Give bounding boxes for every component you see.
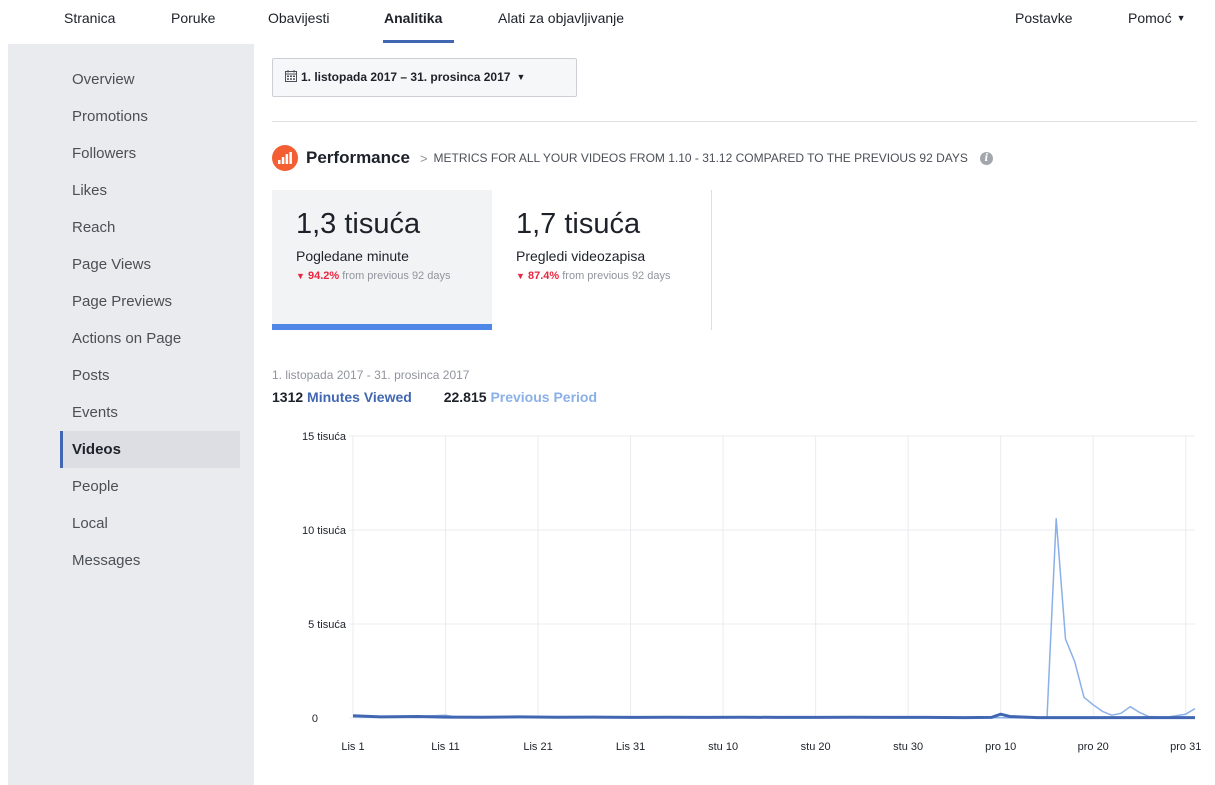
sidebar-item-posts[interactable]: Posts — [60, 357, 240, 394]
main-content: 1. listopada 2017 – 31. prosinca 2017 ▼ P… — [254, 44, 1215, 785]
change-text: from previous 92 days — [562, 270, 671, 282]
sidebar-item-likes[interactable]: Likes — [60, 172, 240, 209]
change-percent: 87.4% — [527, 270, 560, 282]
metric-label: Pogledane minute — [296, 248, 409, 264]
nav-tab-stranica[interactable]: Stranica — [64, 10, 115, 26]
sidebar-item-overview[interactable]: Overview — [60, 61, 240, 98]
sidebar-item-page-views[interactable]: Page Views — [60, 246, 240, 283]
metric-value: 1,7 tisuća — [516, 208, 641, 240]
down-arrow-icon: ▼ — [296, 271, 305, 281]
change-percent: 94.2% — [307, 270, 340, 282]
top-nav: Stranica Poruke Obavijesti Analitika Ala… — [0, 0, 1215, 44]
info-icon[interactable]: i — [979, 151, 993, 165]
active-tab-indicator — [383, 40, 454, 43]
line-chart: 0 5 tisuća 10 tisuća 15 tisuća Lis 1 Lis 11 Li… — [302, 431, 1201, 753]
help-label: Pomoć — [1128, 10, 1172, 26]
chart-legend: 1312 Minutes Viewed 22.815 Previous Peri… — [272, 389, 597, 405]
sidebar-item-local[interactable]: Local — [60, 505, 240, 542]
y-tick-label: 0 — [312, 713, 318, 725]
performance-description: METRICS FOR ALL YOUR VIDEOS FROM 1.10 - … — [433, 151, 968, 165]
calendar-icon — [285, 59, 297, 96]
x-tick-label: Lis 31 — [616, 741, 645, 753]
section-divider — [272, 121, 1197, 122]
y-tick-label: 10 tisuća — [302, 525, 347, 537]
metric-card-minutes-viewed[interactable]: 1,3 tisuća Pogledane minute ▼ 94.2% from… — [272, 190, 492, 330]
sidebar-item-events[interactable]: Events — [60, 394, 240, 431]
nav-help[interactable]: Pomoć ▼ — [1128, 10, 1186, 26]
nav-tab-obavijesti[interactable]: Obavijesti — [268, 10, 329, 26]
sidebar-item-reach[interactable]: Reach — [60, 209, 240, 246]
x-tick-label: pro 20 — [1078, 741, 1109, 753]
series-line-minutes-viewed — [352, 712, 1195, 720]
x-tick-label: stu 10 — [708, 741, 738, 753]
x-tick-label: pro 10 — [985, 741, 1016, 753]
sidebar-item-messages[interactable]: Messages — [60, 542, 240, 579]
chevron-right-icon: > — [419, 150, 428, 166]
x-tick-label: Lis 11 — [431, 741, 460, 753]
caret-down-icon: ▼ — [1176, 13, 1186, 23]
sidebar-item-videos[interactable]: Videos — [60, 431, 240, 468]
dropdown-arrow-icon: ▼ — [516, 72, 526, 82]
metric-card-video-views[interactable]: 1,7 tisuća Pregledi videozapisa ▼ 87.4% … — [492, 190, 712, 330]
x-tick-label: Lis 21 — [523, 741, 552, 753]
x-tick-label: pro 31 — [1170, 741, 1201, 753]
metric-change: ▼ 87.4% from previous 92 days — [516, 268, 696, 285]
metric-change: ▼ 94.2% from previous 92 days — [296, 268, 476, 285]
down-arrow-icon: ▼ — [516, 271, 525, 281]
legend-label-minutes[interactable]: Minutes Viewed — [307, 389, 412, 405]
performance-header: Performance > METRICS FOR ALL YOUR VIDEOS … — [272, 145, 993, 171]
date-range-label: 1. listopada 2017 – 31. prosinca 2017 — [301, 70, 511, 84]
change-text: from previous 92 days — [342, 270, 451, 282]
performance-chart-icon — [272, 145, 298, 171]
metric-value: 1,3 tisuća — [296, 208, 421, 240]
sidebar-item-followers[interactable]: Followers — [60, 135, 240, 172]
nav-tab-poruke[interactable]: Poruke — [171, 10, 215, 26]
x-tick-label: stu 30 — [893, 741, 923, 753]
y-tick-label: 15 tisuća — [302, 431, 347, 443]
performance-title: Performance — [306, 148, 410, 167]
date-range-button[interactable]: 1. listopada 2017 – 31. prosinca 2017 ▼ — [272, 58, 577, 97]
series-line-previous-period — [352, 517, 1196, 719]
selected-metric-bar — [272, 324, 492, 330]
y-tick-label: 5 tisuća — [308, 619, 347, 631]
nav-tab-alati[interactable]: Alati za objavljivanje — [498, 10, 624, 26]
x-tick-label: Lis 1 — [341, 741, 364, 753]
legend-label-previous[interactable]: Previous Period — [490, 389, 597, 405]
sidebar-item-promotions[interactable]: Promotions — [60, 98, 240, 135]
legend-value-previous: 22.815 — [443, 389, 487, 405]
sidebar-item-actions-on-page[interactable]: Actions on Page — [60, 320, 240, 357]
nav-settings[interactable]: Postavke — [1015, 10, 1073, 26]
nav-tab-analitika[interactable]: Analitika — [384, 10, 442, 26]
legend-value-minutes: 1312 — [272, 389, 304, 405]
x-tick-label: stu 20 — [801, 741, 831, 753]
chart-date-range: 1. listopada 2017 - 31. prosinca 2017 — [272, 368, 470, 382]
sidebar-item-page-previews[interactable]: Page Previews — [60, 283, 240, 320]
metric-label: Pregledi videozapisa — [516, 248, 646, 264]
sidebar-item-people[interactable]: People — [60, 468, 240, 505]
